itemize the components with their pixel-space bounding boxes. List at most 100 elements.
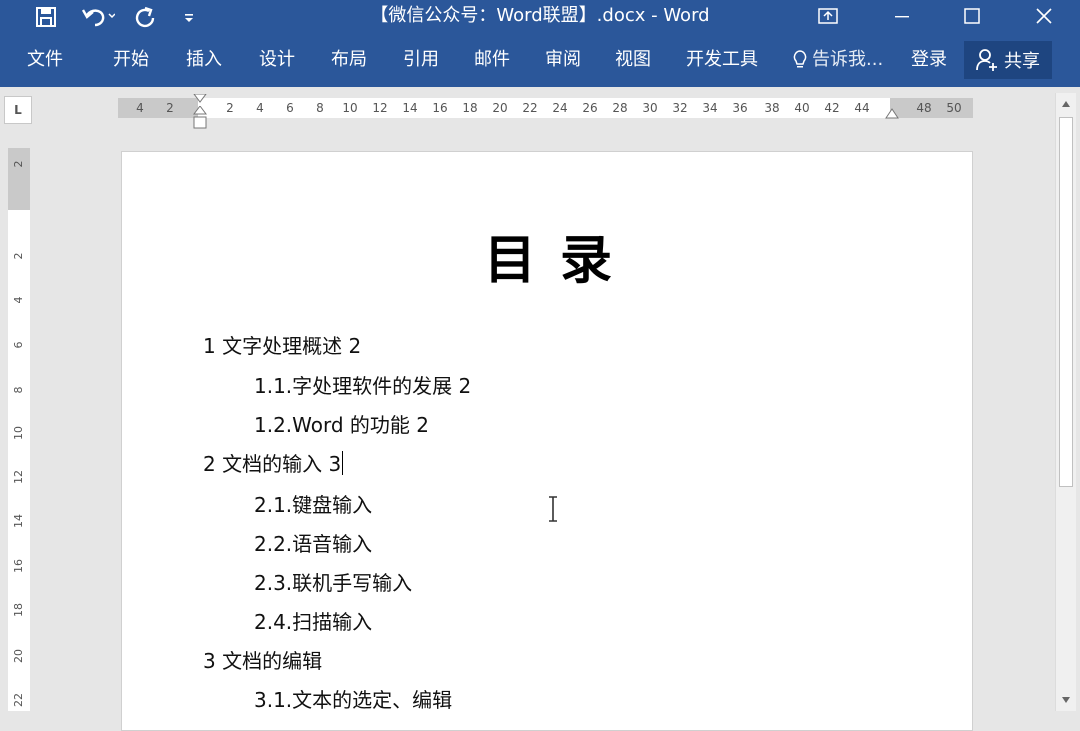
ruler-tick: 4 bbox=[136, 101, 144, 115]
toc-entry[interactable]: 2.4.扫描输入 bbox=[254, 609, 372, 635]
ruler-tick: 22 bbox=[12, 693, 25, 707]
save-icon bbox=[36, 6, 56, 27]
document-page[interactable]: 目录 1 文字处理概述 2 1.1.字处理软件的发展 2 1.2.Word 的功… bbox=[121, 151, 973, 731]
text-cursor bbox=[342, 451, 344, 475]
ribbon-display-options-button[interactable] bbox=[802, 0, 854, 31]
toc-entry[interactable]: 1 文字处理概述 2 bbox=[203, 333, 361, 359]
toc-entry[interactable]: 2.3.联机手写输入 bbox=[254, 570, 412, 596]
triangle-down-icon bbox=[1062, 697, 1070, 703]
toc-entry[interactable]: 3 文档的编辑 bbox=[203, 648, 322, 674]
ruler-tick: 16 bbox=[12, 559, 25, 573]
right-indent-marker[interactable] bbox=[885, 108, 899, 120]
customize-quick-access-button[interactable] bbox=[178, 0, 200, 33]
ruler-tick: 38 bbox=[764, 101, 780, 115]
ruler-tick: 30 bbox=[642, 101, 658, 115]
minimize-icon bbox=[895, 15, 909, 17]
tab-references[interactable]: 引用 bbox=[403, 48, 439, 72]
first-line-indent-marker[interactable] bbox=[193, 94, 207, 104]
ruler-tick: 2 bbox=[12, 252, 25, 260]
ruler-tick: 28 bbox=[612, 101, 628, 115]
maximize-icon bbox=[964, 7, 980, 24]
tab-insert[interactable]: 插入 bbox=[186, 48, 222, 72]
ruler-tick: 20 bbox=[492, 101, 508, 115]
tab-view[interactable]: 视图 bbox=[615, 48, 651, 72]
left-margin-area bbox=[118, 98, 198, 118]
tab-design[interactable]: 设计 bbox=[259, 48, 295, 72]
tab-mailings[interactable]: 邮件 bbox=[474, 48, 510, 72]
tab-review[interactable]: 审阅 bbox=[545, 48, 581, 72]
ribbon-tabs: 文件 开始 插入 设计 布局 引用 邮件 审阅 视图 开发工具 告诉我... 登… bbox=[0, 33, 1080, 87]
maximize-button[interactable] bbox=[946, 0, 998, 31]
horizontal-ruler[interactable]: 4 2 2 4 6 8 10 12 14 16 18 20 22 24 26 2… bbox=[118, 98, 973, 118]
hanging-indent-marker[interactable] bbox=[193, 106, 207, 132]
window-title: 【微信公众号：Word联盟】.docx - Word bbox=[370, 5, 710, 26]
redo-icon bbox=[135, 6, 155, 27]
triangle-up-icon bbox=[1062, 101, 1070, 107]
close-icon bbox=[1036, 7, 1052, 24]
tab-home[interactable]: 开始 bbox=[113, 48, 149, 72]
ruler-tick: 2 bbox=[226, 101, 234, 115]
ruler-tick: 20 bbox=[12, 649, 25, 663]
ruler-tick: 22 bbox=[522, 101, 538, 115]
ruler-tick: 14 bbox=[402, 101, 418, 115]
ruler-tick: 12 bbox=[12, 470, 25, 484]
ruler-tick: 14 bbox=[12, 514, 25, 528]
title-bar: 【微信公众号：Word联盟】.docx - Word bbox=[0, 0, 1080, 33]
undo-icon bbox=[81, 8, 115, 26]
toc-entry[interactable]: 3.1.文本的选定、编辑 bbox=[254, 687, 452, 713]
vertical-ruler[interactable]: 2 2 4 6 8 10 12 14 16 18 20 22 bbox=[8, 148, 30, 711]
ruler-tick: 4 bbox=[12, 296, 25, 304]
ruler-tick: 18 bbox=[462, 101, 478, 115]
toc-entry[interactable]: 2 文档的输入 3 bbox=[203, 451, 344, 477]
tell-me-search[interactable]: 告诉我... bbox=[792, 48, 883, 72]
ruler-tick: 36 bbox=[732, 101, 748, 115]
tab-developer[interactable]: 开发工具 bbox=[686, 48, 758, 72]
toc-entry[interactable]: 2.2.语音输入 bbox=[254, 531, 372, 557]
ruler-tick: 32 bbox=[672, 101, 688, 115]
ruler-tick: 12 bbox=[372, 101, 388, 115]
ruler-tick: 2 bbox=[12, 160, 25, 168]
redo-button[interactable] bbox=[128, 0, 162, 33]
ruler-tick: 10 bbox=[342, 101, 358, 115]
tab-stop-selector[interactable]: L bbox=[4, 96, 32, 124]
toc-entry[interactable]: 1.1.字处理软件的发展 2 bbox=[254, 373, 471, 399]
ruler-tick: 10 bbox=[12, 426, 25, 440]
ruler-tick: 2 bbox=[166, 101, 174, 115]
person-icon bbox=[976, 49, 997, 71]
save-button[interactable] bbox=[30, 0, 62, 33]
ruler-tick: 18 bbox=[12, 603, 25, 617]
ruler-tick: 48 bbox=[916, 101, 932, 115]
vertical-scrollbar[interactable] bbox=[1055, 93, 1076, 711]
tab-layout[interactable]: 布局 bbox=[331, 48, 367, 72]
login-link[interactable]: 登录 bbox=[911, 48, 947, 72]
tab-file[interactable]: 文件 bbox=[27, 48, 63, 72]
ruler-tick: 24 bbox=[552, 101, 568, 115]
scroll-down-button[interactable] bbox=[1056, 689, 1076, 711]
ruler-tick: 8 bbox=[12, 386, 25, 394]
toc-entry[interactable]: 2.1.键盘输入 bbox=[254, 492, 372, 518]
tell-me-label: 告诉我... bbox=[812, 49, 884, 70]
ruler-tick: 42 bbox=[824, 101, 840, 115]
share-label: 共享 bbox=[1004, 51, 1040, 72]
ruler-tick: 16 bbox=[432, 101, 448, 115]
undo-button[interactable] bbox=[76, 0, 120, 33]
ruler-tick: 8 bbox=[316, 101, 324, 115]
ibeam-cursor-icon bbox=[549, 496, 557, 522]
ruler-tick: 44 bbox=[854, 101, 870, 115]
scroll-thumb[interactable] bbox=[1059, 117, 1073, 487]
minimize-button[interactable] bbox=[876, 0, 928, 31]
close-button[interactable] bbox=[1018, 0, 1070, 31]
ruler-tick: 4 bbox=[256, 101, 264, 115]
share-button[interactable]: 共享 bbox=[964, 41, 1052, 79]
ruler-tick: 34 bbox=[702, 101, 718, 115]
ruler-tick: 50 bbox=[946, 101, 962, 115]
ruler-tick: 6 bbox=[12, 341, 25, 349]
ruler-tick: 26 bbox=[582, 101, 598, 115]
ruler-tick: 40 bbox=[794, 101, 810, 115]
customize-icon bbox=[185, 13, 193, 22]
ribbon-display-icon bbox=[818, 7, 838, 24]
document-title: 目录 bbox=[483, 231, 636, 291]
toc-entry[interactable]: 1.2.Word 的功能 2 bbox=[254, 412, 429, 438]
scroll-up-button[interactable] bbox=[1056, 93, 1076, 115]
ruler-tick: 6 bbox=[286, 101, 294, 115]
